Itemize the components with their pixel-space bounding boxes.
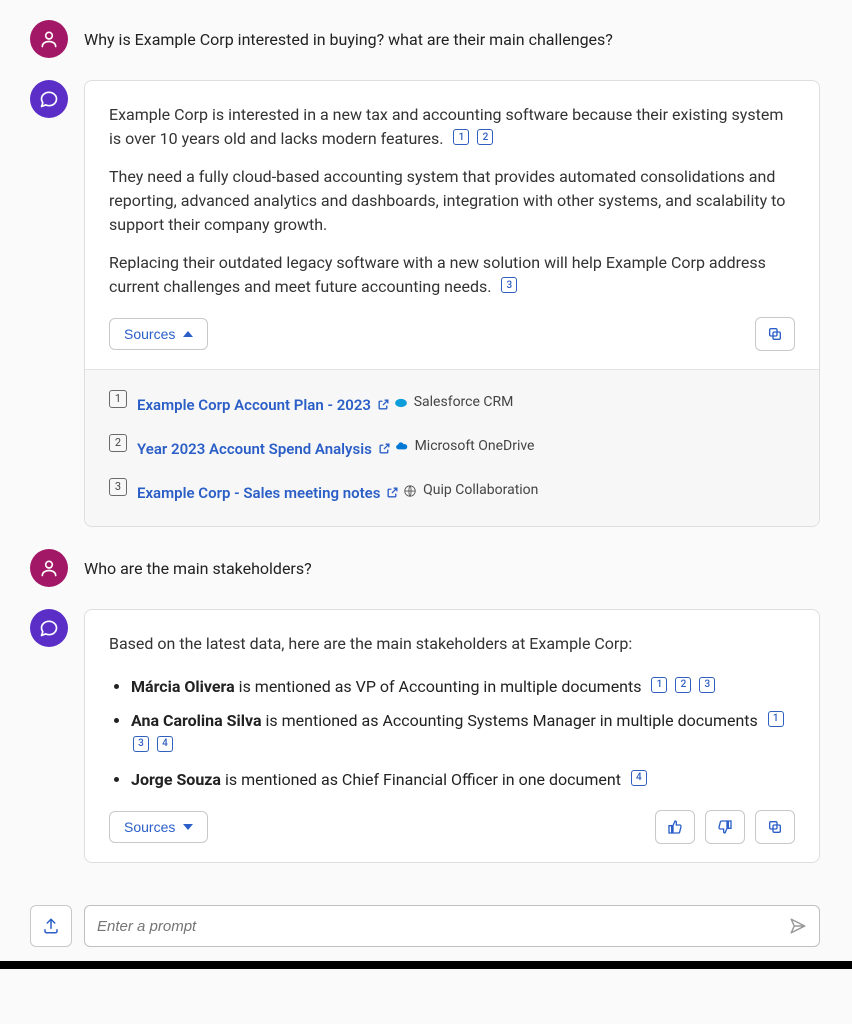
response-text: They need a fully cloud-based accounting… xyxy=(109,167,785,234)
prompt-input[interactable] xyxy=(97,918,783,935)
user-message: Who are the main stakeholders? xyxy=(30,549,820,587)
input-bar xyxy=(0,905,850,961)
stakeholder-name: Márcia Olivera xyxy=(131,677,235,696)
chat-icon xyxy=(39,89,59,109)
chat-container: Why is Example Corp interested in buying… xyxy=(0,0,850,905)
stakeholder-detail: is mentioned as VP of Accounting in mult… xyxy=(235,677,642,696)
bot-body: Based on the latest data, here are the m… xyxy=(85,610,819,862)
globe-icon xyxy=(403,484,417,498)
source-number: 1 xyxy=(109,390,127,408)
person-icon xyxy=(39,558,59,578)
source-platform: Salesforce CRM xyxy=(394,392,514,413)
user-avatar xyxy=(30,20,68,58)
citation-badge[interactable]: 3 xyxy=(699,677,715,693)
upload-icon xyxy=(42,917,60,935)
bot-avatar xyxy=(30,80,68,118)
person-icon xyxy=(39,29,59,49)
stakeholder-detail: is mentioned as Accounting Systems Manag… xyxy=(262,711,758,730)
send-icon xyxy=(789,917,807,935)
onedrive-icon xyxy=(395,440,409,454)
stakeholder-name: Ana Carolina Silva xyxy=(131,711,262,730)
platform-text: Quip Collaboration xyxy=(423,480,538,501)
source-item: 2 Year 2023 Account Spend Analysis Micro… xyxy=(109,432,795,460)
source-link[interactable]: Example Corp - Sales meeting notes xyxy=(137,482,399,505)
bot-response-card: Based on the latest data, here are the m… xyxy=(84,609,820,863)
upload-button[interactable] xyxy=(30,905,72,947)
action-icons xyxy=(755,317,795,351)
citation-badge[interactable]: 1 xyxy=(651,677,667,693)
citation-badge[interactable]: 4 xyxy=(631,770,647,786)
user-message-text: Why is Example Corp interested in buying… xyxy=(84,20,613,52)
copy-icon xyxy=(767,326,783,342)
sources-panel: 1 Example Corp Account Plan - 2023 Sales… xyxy=(85,369,819,526)
bot-avatar xyxy=(30,609,68,647)
stakeholder-detail: is mentioned as Chief Financial Officer … xyxy=(221,770,621,789)
list-item: Ana Carolina Silva is mentioned as Accou… xyxy=(131,708,795,759)
source-title-text: Year 2023 Account Spend Analysis xyxy=(137,438,372,461)
action-row: Sources xyxy=(109,317,795,351)
send-button[interactable] xyxy=(783,911,813,941)
source-number: 2 xyxy=(109,434,127,452)
bot-response-card: Example Corp is interested in a new tax … xyxy=(84,80,820,527)
thumbs-down-icon xyxy=(717,819,733,835)
external-link-icon xyxy=(378,442,391,455)
citation-badge[interactable]: 2 xyxy=(477,129,493,145)
bot-body: Example Corp is interested in a new tax … xyxy=(85,81,819,369)
user-avatar xyxy=(30,549,68,587)
prompt-box[interactable] xyxy=(84,905,820,947)
thumbs-down-button[interactable] xyxy=(705,810,745,844)
thumbs-up-icon xyxy=(667,819,683,835)
source-link[interactable]: Year 2023 Account Spend Analysis xyxy=(137,438,391,461)
stakeholders-list: Márcia Olivera is mentioned as VP of Acc… xyxy=(109,674,795,792)
sources-label: Sources xyxy=(124,326,175,342)
response-text: Example Corp is interested in a new tax … xyxy=(109,105,783,148)
response-text: Replacing their outdated legacy software… xyxy=(109,253,766,296)
sources-label: Sources xyxy=(124,819,175,835)
platform-text: Microsoft OneDrive xyxy=(415,436,535,457)
source-item: 3 Example Corp - Sales meeting notes Qui… xyxy=(109,476,795,504)
copy-icon xyxy=(767,819,783,835)
source-link[interactable]: Example Corp Account Plan - 2023 xyxy=(137,394,390,417)
chevron-up-icon xyxy=(183,331,193,337)
source-title-text: Example Corp Account Plan - 2023 xyxy=(137,394,371,417)
source-title-text: Example Corp - Sales meeting notes xyxy=(137,482,380,505)
user-message-text: Who are the main stakeholders? xyxy=(84,549,312,581)
citation-badge[interactable]: 2 xyxy=(675,677,691,693)
action-icons xyxy=(655,810,795,844)
citation-badge[interactable]: 3 xyxy=(501,277,517,293)
salesforce-icon xyxy=(394,396,408,410)
stakeholder-name: Jorge Souza xyxy=(131,770,221,789)
bot-message: Based on the latest data, here are the m… xyxy=(30,609,820,863)
external-link-icon xyxy=(377,398,390,411)
chevron-down-icon xyxy=(183,824,193,830)
list-item: Márcia Olivera is mentioned as VP of Acc… xyxy=(131,674,795,700)
response-paragraph: Replacing their outdated legacy software… xyxy=(109,251,795,299)
citation-badge[interactable]: 4 xyxy=(157,736,173,752)
response-paragraph: Example Corp is interested in a new tax … xyxy=(109,103,795,151)
bot-message: Example Corp is interested in a new tax … xyxy=(30,80,820,527)
response-intro: Based on the latest data, here are the m… xyxy=(109,632,795,656)
thumbs-up-button[interactable] xyxy=(655,810,695,844)
chat-icon xyxy=(39,618,59,638)
copy-button[interactable] xyxy=(755,810,795,844)
citation-badge[interactable]: 3 xyxy=(133,736,149,752)
user-message: Why is Example Corp interested in buying… xyxy=(30,20,820,58)
citation-badge[interactable]: 1 xyxy=(453,129,469,145)
external-link-icon xyxy=(386,486,399,499)
citation-badge[interactable]: 1 xyxy=(768,711,784,727)
source-platform: Quip Collaboration xyxy=(403,480,538,501)
platform-text: Salesforce CRM xyxy=(414,392,514,413)
action-row: Sources xyxy=(109,810,795,844)
source-item: 1 Example Corp Account Plan - 2023 Sales… xyxy=(109,388,795,416)
list-item: Jorge Souza is mentioned as Chief Financ… xyxy=(131,767,795,793)
sources-toggle-button[interactable]: Sources xyxy=(109,318,208,350)
bottom-bar xyxy=(0,961,852,969)
sources-toggle-button[interactable]: Sources xyxy=(109,811,208,843)
source-number: 3 xyxy=(109,478,127,496)
source-platform: Microsoft OneDrive xyxy=(395,436,535,457)
response-paragraph: They need a fully cloud-based accounting… xyxy=(109,165,795,237)
copy-button[interactable] xyxy=(755,317,795,351)
